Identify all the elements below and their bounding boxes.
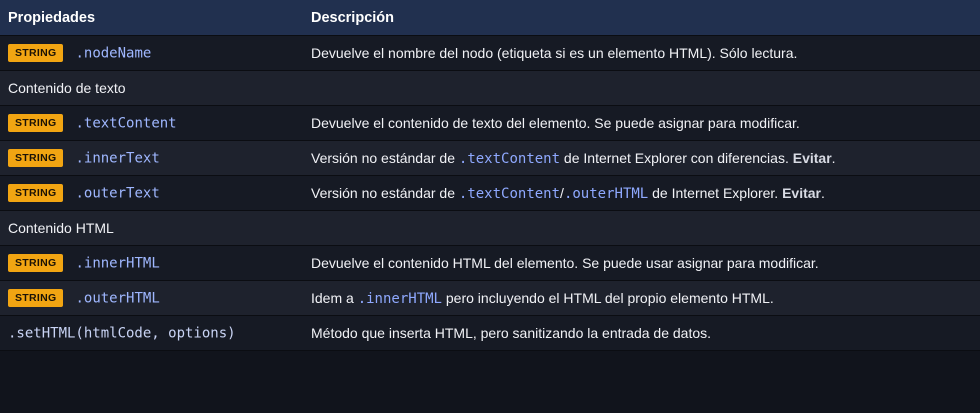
header-properties: Propiedades bbox=[0, 0, 303, 36]
properties-table: Propiedades Descripción STRING .nodeName … bbox=[0, 0, 980, 351]
header-description: Descripción bbox=[303, 0, 980, 36]
inline-code: .textContent bbox=[458, 150, 561, 167]
description-cell: Método que inserta HTML, pero sanitizand… bbox=[303, 315, 980, 351]
property-cell: STRING .innerText bbox=[0, 140, 303, 176]
table-header: Propiedades Descripción bbox=[0, 0, 980, 36]
description-text: pero incluyendo el HTML del propio eleme… bbox=[442, 289, 774, 306]
property-name: .outerText bbox=[75, 185, 160, 202]
description-cell: Devuelve el contenido de texto del eleme… bbox=[303, 105, 980, 141]
property-name: .outerHTML bbox=[75, 290, 160, 307]
header-row: Propiedades Descripción bbox=[0, 0, 980, 36]
section-title: Contenido de texto bbox=[0, 70, 980, 106]
description-cell: Versión no estándar de .textContent/.out… bbox=[303, 175, 980, 211]
table-row-innertext: STRING .innerText Versión no estándar de … bbox=[0, 140, 980, 176]
property-cell: .setHTML(htmlCode, options) bbox=[0, 315, 303, 351]
description-text: de Internet Explorer con diferencias. bbox=[560, 149, 793, 166]
type-badge: STRING bbox=[8, 149, 64, 168]
description-text: Versión no estándar de bbox=[311, 149, 459, 166]
property-name: .textContent bbox=[75, 115, 177, 132]
type-badge: STRING bbox=[8, 184, 64, 203]
property-cell: STRING .outerHTML bbox=[0, 280, 303, 316]
warning-text: Evitar bbox=[792, 149, 832, 166]
section-row-text: Contenido de texto bbox=[0, 70, 980, 106]
inline-code: .textContent bbox=[458, 185, 561, 202]
property-cell: STRING .outerText bbox=[0, 175, 303, 211]
description-text: Versión no estándar de bbox=[311, 184, 459, 201]
property-cell: STRING .textContent bbox=[0, 105, 303, 141]
description-text: Idem a bbox=[311, 289, 358, 306]
description-text: de Internet Explorer. bbox=[648, 184, 783, 201]
description-text: . bbox=[831, 149, 836, 166]
table-row-innerhtml: STRING .innerHTML Devuelve el contenido H… bbox=[0, 245, 980, 281]
inline-code: .innerHTML bbox=[357, 290, 442, 307]
table-row-textcontent: STRING .textContent Devuelve el contenido… bbox=[0, 105, 980, 141]
table-row-outertext: STRING .outerText Versión no estándar de … bbox=[0, 175, 980, 211]
description-text: . bbox=[821, 184, 825, 201]
section-row-html: Contenido HTML bbox=[0, 210, 980, 246]
property-name: .innerText bbox=[75, 150, 160, 167]
table-row-sethtml: .setHTML(htmlCode, options) Método que i… bbox=[0, 315, 980, 351]
warning-text: Evitar bbox=[782, 184, 822, 201]
property-name: .innerHTML bbox=[75, 255, 160, 272]
section-title: Contenido HTML bbox=[0, 210, 980, 246]
method-name: .setHTML(htmlCode, options) bbox=[8, 325, 236, 342]
type-badge: STRING bbox=[8, 289, 64, 308]
table-row-outerhtml: STRING .outerHTML Idem a .innerHTML pero … bbox=[0, 280, 980, 316]
inline-code: .outerHTML bbox=[563, 185, 649, 202]
description-cell: Devuelve el contenido HTML del elemento.… bbox=[303, 245, 980, 281]
description-cell: Idem a .innerHTML pero incluyendo el HTM… bbox=[303, 280, 980, 316]
type-badge: STRING bbox=[8, 114, 64, 133]
property-name: .nodeName bbox=[75, 45, 152, 62]
description-cell: Devuelve el nombre del nodo (etiqueta si… bbox=[303, 35, 980, 71]
type-badge: STRING bbox=[8, 44, 64, 63]
table-row-nodename: STRING .nodeName Devuelve el nombre del n… bbox=[0, 35, 980, 71]
type-badge: STRING bbox=[8, 254, 64, 273]
description-cell: Versión no estándar de .textContent de I… bbox=[303, 140, 980, 176]
property-cell: STRING .nodeName bbox=[0, 35, 303, 71]
property-cell: STRING .innerHTML bbox=[0, 245, 303, 281]
table-body: STRING .nodeName Devuelve el nombre del n… bbox=[0, 35, 980, 351]
